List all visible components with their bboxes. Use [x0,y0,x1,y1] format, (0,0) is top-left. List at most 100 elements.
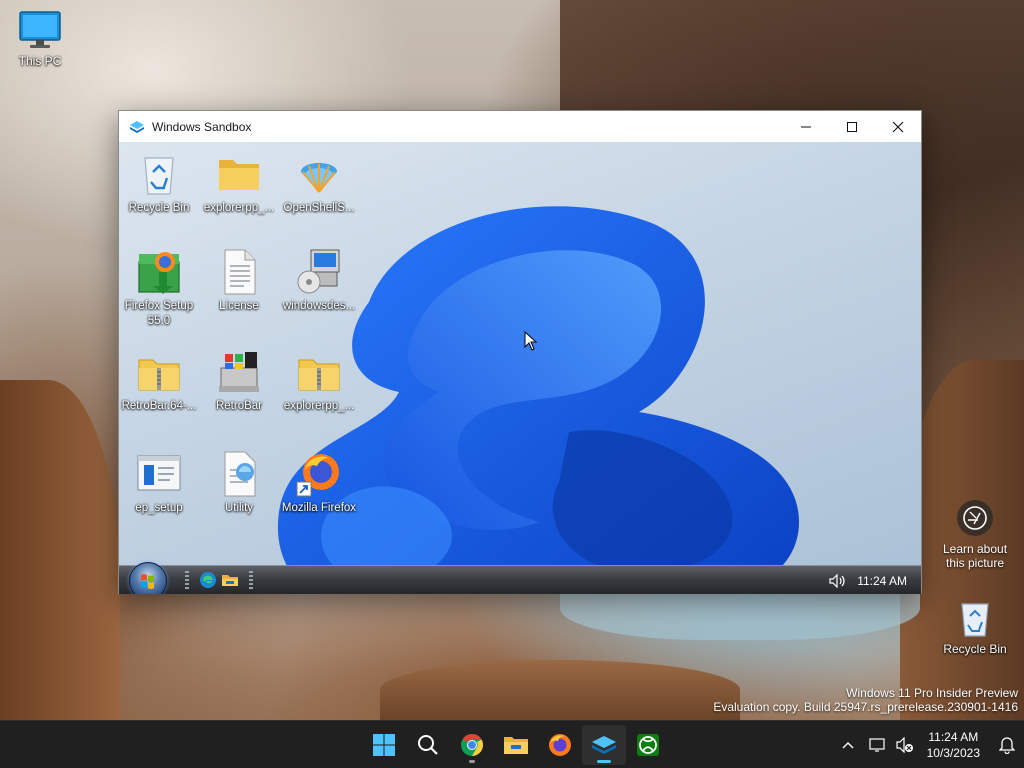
sandbox-taskbar-edge[interactable] [199,571,217,594]
sandbox-icon [592,736,616,754]
desktop-icon-this-pc[interactable]: This PC [2,10,78,69]
clock-date: 10/3/2023 [926,746,980,760]
sandbox-icon-label: RetroBar.64-... [121,400,197,412]
watermark-line1: Windows 11 Pro Insider Preview [846,686,1018,700]
sandbox-icon-license[interactable]: License [199,248,279,314]
wallpaper-rock-left [0,380,120,720]
sandbox-taskbar[interactable]: 11:24 AM [119,562,921,594]
sandbox-icon [130,120,144,133]
clock-time: 11:24 AM [928,730,979,744]
spotlight-label-line2: this picture [945,556,1005,570]
sandbox-icon-mozilla-firefox[interactable]: Mozilla Firefox [279,450,359,516]
close-icon [892,121,904,132]
ep-setup-icon [137,455,181,491]
bell-icon [999,737,1015,754]
show-hidden-icons-button[interactable] [833,741,863,749]
sandbox-icon-retrobar[interactable]: RetroBar [199,348,279,414]
toolbar-grip[interactable] [185,571,189,589]
taskbar-search-button[interactable] [406,725,450,765]
desktop-icon-label: Recycle Bin [943,642,1007,656]
sandbox-icon-label: OpenShellS... [283,202,355,214]
toolbar-grip[interactable] [249,571,253,589]
taskbar-windows-sandbox[interactable] [582,725,626,765]
running-indicator [597,760,611,763]
file-explorer-icon [222,575,238,586]
firefox-icon [296,454,339,497]
sandbox-icon-label: Mozilla Firefox [281,502,357,514]
maximize-button[interactable] [829,111,875,142]
windows-start-icon [373,734,395,756]
sandbox-icon-label: Firefox Setup 55.0 [124,300,194,327]
sandbox-window[interactable]: Windows Sandbox Recycle Bin Firefox Setu… [118,110,922,594]
sandbox-icon-label: License [219,300,259,312]
notifications-button[interactable] [990,736,1024,754]
sandbox-icon-label: explorerpp_... [203,202,275,214]
sandbox-icon-label: windowsdes... [282,300,356,312]
maximize-icon [847,121,857,132]
sandbox-clock[interactable]: 11:24 AM [857,574,907,588]
sandbox-icon-label: Utility [224,502,254,514]
text-file-icon [224,249,256,295]
taskbar-start-button[interactable] [362,725,406,765]
minimize-icon [801,126,811,127]
recycle-bin-icon [144,157,174,195]
window-titlebar[interactable]: Windows Sandbox [119,111,921,142]
taskbar-apps [362,721,670,768]
network-icon [869,738,885,752]
sandbox-tray: 11:24 AM [829,566,907,594]
spotlight-label-line1: Learn about [942,542,1008,556]
volume-button[interactable] [893,737,917,753]
sandbox-icon-windowsdesktop[interactable]: windowsdes... [279,248,359,314]
zip-folder-icon [298,359,340,391]
sandbox-icon-retrobar-zip[interactable]: RetroBar.64-... [119,348,199,414]
wallpaper-rock-bottom [380,660,740,720]
chevron-up-icon [842,742,854,749]
shell-icon [301,163,337,193]
taskbar-xbox[interactable] [626,725,670,765]
mouse-cursor-icon [524,331,538,351]
sandbox-icon-explorerpp-folder[interactable]: explorerpp_... [199,150,279,216]
sandbox-icon-explorerpp-zip[interactable]: explorerpp_... [279,348,359,414]
network-button[interactable] [863,737,893,753]
chrome-icon [461,733,483,756]
firefox-icon [549,734,571,756]
start-orb-button[interactable] [129,562,167,594]
evaluation-watermark: Windows 11 Pro Insider Preview Evaluatio… [713,686,1018,714]
edge-icon [200,572,216,588]
recycle-bin-icon [961,603,989,637]
window-title: Windows Sandbox [152,119,252,134]
sandbox-desktop[interactable]: Recycle Bin Firefox Setup 55.0 RetroBar.… [119,142,921,594]
taskbar-chrome[interactable] [450,725,494,765]
setup-cd-icon [297,249,340,294]
zip-folder-icon [138,359,180,391]
sandbox-icon-label: Recycle Bin [128,202,190,214]
utility-icon [224,451,256,497]
taskbar-file-explorer[interactable] [494,725,538,765]
watermark-line2: Evaluation copy. Build 25947.rs_prerelea… [713,700,1018,714]
taskbar-clock[interactable]: 11:24 AM 10/3/2023 [927,729,980,761]
folder-icon [219,160,259,190]
taskbar-firefox[interactable] [538,725,582,765]
taskbar: 11:24 AM 10/3/2023 [0,720,1024,768]
close-button[interactable] [875,111,921,142]
sandbox-icon-label: explorerpp_... [283,400,355,412]
installer-icon [138,252,180,294]
desktop-icon-recycle-bin[interactable]: Recycle Bin [937,598,1013,657]
folder-icon [504,737,528,754]
sandbox-icon-utility[interactable]: Utility [199,450,279,516]
sandbox-icon-firefox-setup[interactable]: Firefox Setup 55.0 [119,248,199,329]
xbox-icon [637,734,659,756]
sandbox-taskbar-explorer[interactable] [221,571,239,594]
learn-about-picture-widget[interactable]: Learn about this picture [940,500,1010,570]
minimize-button[interactable] [783,111,829,142]
retrobar-app-icon [219,352,259,392]
volume-muted-icon [896,737,913,753]
monitor-icon [19,11,61,48]
sandbox-icon-openshell[interactable]: OpenShellS... [279,150,359,216]
sandbox-icon-label: RetroBar [215,400,263,412]
sandbox-icon-ep-setup[interactable]: ep_setup [119,450,199,516]
desktop-icon-label: This PC [18,54,62,68]
sandbox-icon-recycle-bin[interactable]: Recycle Bin [119,150,199,216]
volume-icon[interactable] [829,573,847,588]
system-tray: 11:24 AM 10/3/2023 [833,721,1024,768]
